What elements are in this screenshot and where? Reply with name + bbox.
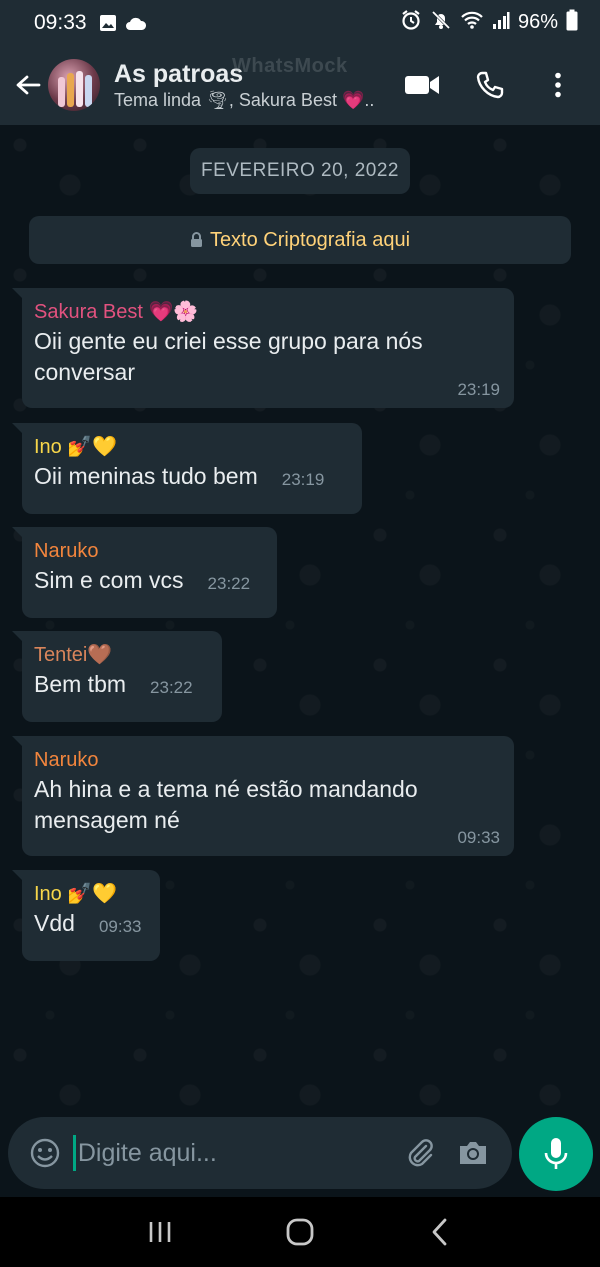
message-time: 23:22 <box>150 678 193 697</box>
video-call-button[interactable] <box>394 57 450 113</box>
group-members: Tema linda 🌪, Sakura Best 💗.. <box>114 90 375 110</box>
cloud-icon <box>125 15 147 31</box>
system-nav-bar <box>0 1197 600 1267</box>
message-text: Oii meninas tudo bem <box>34 463 258 489</box>
message-time: 23:22 <box>207 574 251 593</box>
group-avatar[interactable] <box>48 59 100 111</box>
emoji-icon <box>30 1138 59 1168</box>
home-icon <box>286 1218 314 1246</box>
message-time: 09:33 <box>98 917 142 936</box>
back-arrow-icon <box>16 75 41 95</box>
message-time: 09:33 <box>457 828 500 847</box>
message-bubble[interactable]: Naruko Sim e com vcs 23:22 <box>12 527 277 618</box>
message-bubble[interactable]: Tentei🤎 Bem tbm 23:22 <box>12 631 222 722</box>
mute-icon <box>430 9 452 37</box>
message-text: Ah hina e a tema né estão mandando mensa… <box>34 776 418 833</box>
wifi-icon <box>460 10 484 36</box>
message-sender: Tentei🤎 <box>34 644 113 666</box>
message-time: 23:19 <box>281 470 325 489</box>
lock-icon <box>190 232 203 248</box>
microphone-icon <box>544 1138 568 1169</box>
message-sender: Naruko <box>34 540 99 562</box>
message-sender: Naruko <box>34 749 99 771</box>
message-bubble[interactable]: Naruko Ah hina e a tema né estão mandand… <box>12 736 514 856</box>
message-bubble[interactable]: Ino 💅💛 Vdd 09:33 <box>12 870 160 961</box>
message-sender: Ino 💅💛 <box>34 436 118 458</box>
chevron-left-icon <box>432 1218 447 1246</box>
back-button[interactable] <box>8 65 48 105</box>
text-cursor <box>73 1135 76 1171</box>
video-camera-icon <box>405 76 439 94</box>
home-button[interactable] <box>270 1202 330 1262</box>
status-time: 09:33 <box>34 10 87 34</box>
recents-icon <box>149 1222 171 1242</box>
message-text: Vdd <box>34 910 75 936</box>
battery-icon <box>566 9 578 37</box>
encryption-text: Texto Criptografia aqui <box>209 228 411 251</box>
date-chip: FEVEREIRO 20, 2022 <box>190 148 410 194</box>
nav-back-button[interactable] <box>410 1202 470 1262</box>
message-text: Sim e com vcs <box>34 567 184 593</box>
camera-icon <box>460 1142 487 1164</box>
battery-percent: 96% <box>517 11 558 33</box>
message-text: Oii gente eu criei esse grupo para nós c… <box>34 328 423 385</box>
attach-button[interactable] <box>400 1131 441 1175</box>
message-text: Bem tbm <box>34 671 127 697</box>
message-sender: Ino 💅💛 <box>34 883 118 905</box>
voice-call-button[interactable] <box>462 57 518 113</box>
emoji-button[interactable] <box>24 1131 65 1175</box>
recents-button[interactable] <box>130 1202 190 1262</box>
gallery-icon <box>99 14 117 32</box>
signal-icon <box>492 10 510 36</box>
status-bar: 09:33 96% <box>0 0 600 45</box>
message-sender: Sakura Best 💗🌸 <box>34 301 199 323</box>
more-vertical-icon <box>555 72 561 98</box>
paperclip-icon <box>409 1139 434 1167</box>
alarm-icon <box>400 9 422 37</box>
menu-button[interactable] <box>530 57 586 113</box>
phone-icon <box>476 71 504 99</box>
watermark-text: WhatsMock <box>232 55 348 77</box>
message-composer <box>8 1117 512 1189</box>
camera-button[interactable] <box>453 1131 494 1175</box>
message-time: 23:19 <box>457 380 500 399</box>
message-input[interactable] <box>77 1131 400 1175</box>
encryption-notice[interactable]: Texto Criptografia aqui <box>29 216 571 264</box>
voice-message-button[interactable] <box>519 1117 593 1191</box>
message-bubble[interactable]: Ino 💅💛 Oii meninas tudo bem 23:19 <box>12 423 362 514</box>
message-bubble[interactable]: Sakura Best 💗🌸 Oii gente eu criei esse g… <box>12 288 514 408</box>
chat-wallpaper <box>0 125 600 1115</box>
